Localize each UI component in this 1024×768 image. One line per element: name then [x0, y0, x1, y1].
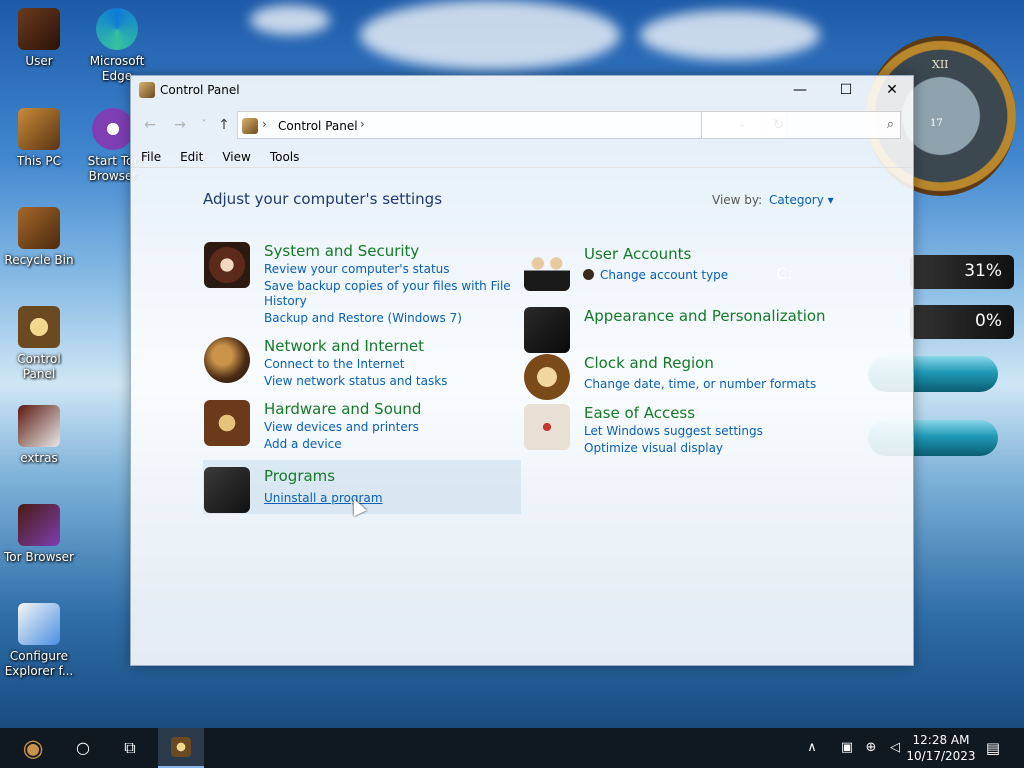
tray-time: 12:28 AM — [912, 733, 970, 747]
admin-shield-icon — [583, 269, 594, 280]
link-windows-suggest[interactable]: Let Windows suggest settings — [584, 424, 763, 438]
search-icon[interactable]: ⌕ — [887, 117, 894, 132]
clock-icon[interactable] — [524, 354, 570, 400]
page-title: Adjust your computer's settings — [203, 190, 443, 208]
category-title[interactable]: Ease of Access — [584, 404, 695, 422]
window-title: Control Panel — [160, 83, 240, 97]
forward-button[interactable]: → — [169, 115, 191, 135]
link-devices-printers[interactable]: View devices and printers — [264, 420, 419, 434]
view-by-label: View by: — [712, 193, 763, 207]
shield-icon[interactable] — [204, 242, 250, 288]
computer-icon — [18, 108, 60, 150]
taskbar: ◉ ○ ⧉ ∧ ▣ ⊕ ◁ 12:28 AM 10/17/2023 ▤ — [0, 728, 1024, 768]
breadcrumb-chevron-icon[interactable]: › — [262, 117, 267, 131]
user-folder-icon — [18, 8, 60, 50]
category-title[interactable]: Hardware and Sound — [264, 400, 421, 418]
control-panel-icon — [242, 118, 258, 134]
desktop-icon-configure-explorer[interactable]: Configure Explorer f... — [0, 603, 78, 679]
minimize-button[interactable]: — — [777, 76, 823, 104]
link-backup-restore[interactable]: Backup and Restore (Windows 7) — [264, 311, 462, 325]
notifications-button[interactable]: ▤ — [978, 728, 1008, 768]
category-title[interactable]: System and Security — [264, 242, 419, 260]
tor-icon — [92, 108, 134, 150]
clock-numeral: XII — [932, 58, 949, 71]
link-network-status[interactable]: View network status and tasks — [264, 374, 447, 388]
users-icon[interactable] — [524, 245, 570, 291]
category-title[interactable]: Appearance and Personalization — [584, 307, 826, 325]
menu-edit[interactable]: Edit — [170, 148, 212, 164]
control-panel-window[interactable]: Control Panel — ☐ ✕ ← → ˅ ↑ › Control Pa… — [130, 75, 914, 666]
breadcrumb-chevron-icon[interactable]: › — [360, 117, 365, 131]
link-uninstall-program[interactable]: Uninstall a program — [264, 491, 383, 505]
category-title[interactable]: Clock and Region — [584, 354, 714, 372]
link-save-backup-history[interactable]: History — [264, 294, 307, 308]
search-input[interactable] — [706, 116, 876, 136]
desktop-icon-control-panel[interactable]: Control Panel — [0, 306, 78, 382]
control-panel-icon — [139, 82, 155, 98]
category-title[interactable]: Network and Internet — [264, 337, 424, 355]
desktop-icon-recycle-bin[interactable]: Recycle Bin — [0, 207, 78, 268]
link-change-date-formats[interactable]: Change date, time, or number formats — [584, 377, 816, 391]
category-title[interactable]: Programs — [264, 467, 335, 485]
network-icon[interactable]: ⊕ — [860, 728, 882, 768]
menu-file[interactable]: File — [131, 148, 170, 164]
cpu-percent: 31% — [964, 261, 1002, 281]
view-by-dropdown[interactable]: Category ▾ — [769, 193, 834, 207]
search-button[interactable]: ○ — [60, 728, 106, 768]
link-review-status[interactable]: Review your computer's status — [264, 262, 450, 276]
display-icon[interactable] — [524, 307, 570, 353]
taskbar-control-panel[interactable] — [158, 728, 204, 768]
link-optimize-display[interactable]: Optimize visual display — [584, 441, 723, 455]
menu-view[interactable]: View — [212, 148, 259, 164]
meet-now-icon[interactable]: ▣ — [836, 728, 858, 768]
link-add-device[interactable]: Add a device — [264, 437, 342, 451]
programs-icon[interactable] — [204, 467, 250, 513]
maximize-button[interactable]: ☐ — [823, 76, 869, 104]
recycle-bin-icon — [18, 207, 60, 249]
link-change-account-type[interactable]: Change account type — [600, 268, 728, 282]
background-cloud — [640, 10, 820, 60]
category-title[interactable]: User Accounts — [584, 245, 691, 263]
clock-date: 17 — [930, 118, 943, 129]
tor-folder-icon — [18, 504, 60, 546]
desktop-icon-tor-browser[interactable]: Tor Browser — [0, 504, 78, 565]
title-bar[interactable]: Control Panel — ☐ ✕ — [131, 76, 913, 104]
gramophone-icon[interactable] — [204, 400, 250, 446]
disk-percent: 0% — [975, 311, 1002, 331]
edge-icon — [96, 8, 138, 50]
globe-icon[interactable] — [204, 337, 250, 383]
first-aid-kit-icon[interactable] — [524, 404, 570, 450]
menu-tools[interactable]: Tools — [260, 148, 309, 164]
menu-bar: File Edit View Tools — [131, 148, 913, 168]
tray-date: 10/17/2023 — [906, 749, 976, 763]
folder-icon — [18, 405, 60, 447]
desktop-icon-this-pc[interactable]: This PC — [0, 108, 78, 169]
background-cloud — [250, 5, 330, 35]
task-view-button[interactable]: ⧉ — [107, 728, 153, 768]
control-panel-icon — [18, 306, 60, 348]
link-connect-internet[interactable]: Connect to the Internet — [264, 357, 404, 371]
navigation-bar: ← → ˅ ↑ › Control Panel › ⌄ ↻ ⌕ — [131, 110, 913, 140]
shield-icon — [18, 603, 60, 645]
tray-overflow-button[interactable]: ∧ — [800, 728, 824, 768]
volume-muted-icon[interactable]: ◁ — [884, 728, 906, 768]
breadcrumb-control-panel[interactable]: Control Panel — [278, 119, 358, 133]
disk-gauge: 0% — [910, 305, 1014, 339]
control-panel-icon — [171, 737, 191, 757]
clock[interactable]: 12:28 AM 10/17/2023 — [906, 732, 976, 764]
desktop-icon-extras[interactable]: extras — [0, 405, 78, 466]
cpu-gauge: 31% — [910, 255, 1014, 289]
up-button[interactable]: ↑ — [213, 115, 235, 135]
search-box[interactable]: ⌕ — [701, 111, 901, 139]
recent-locations-button[interactable]: ˅ — [193, 115, 215, 135]
desktop-icon-user[interactable]: User — [0, 8, 78, 69]
background-cloud — [360, 0, 620, 70]
desktop-icon-edge[interactable]: Microsoft Edge — [78, 8, 156, 84]
start-button[interactable]: ◉ — [10, 728, 56, 768]
back-button[interactable]: ← — [139, 115, 161, 135]
link-save-backup[interactable]: Save backup copies of your files with Fi… — [264, 279, 511, 293]
close-button[interactable]: ✕ — [869, 76, 915, 104]
